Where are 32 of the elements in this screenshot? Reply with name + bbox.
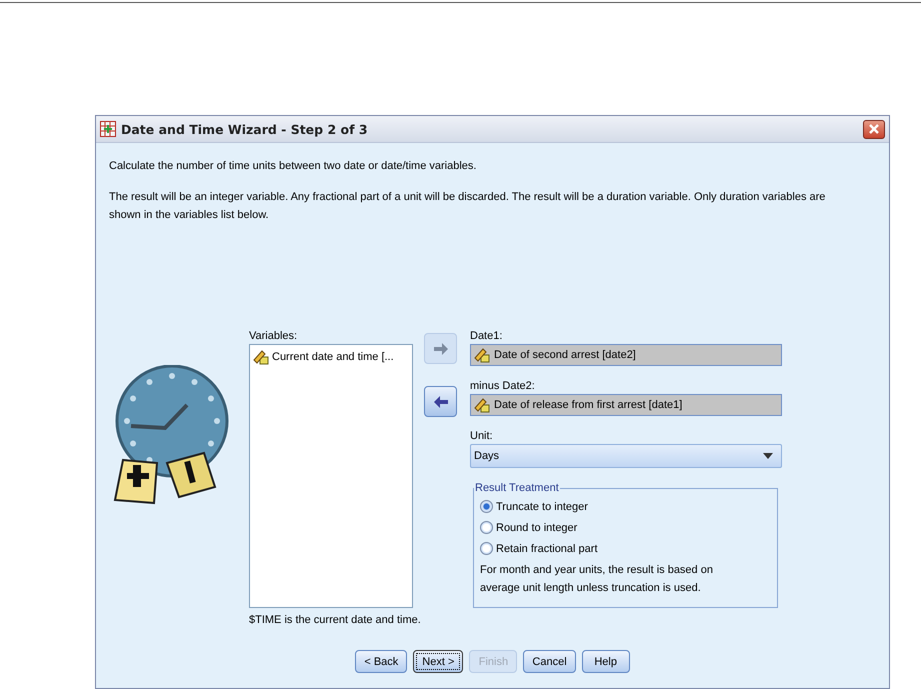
ruler-variable-icon [474,347,490,363]
unit-label: Unit: [470,429,494,443]
group-title: Result Treatment [474,482,560,494]
move-button[interactable] [424,386,457,417]
arrow-icon [434,396,448,408]
close-button[interactable] [863,120,885,138]
dialog-button[interactable]: Cancel [523,650,576,673]
window-title: Date and Time Wizard - Step 2 of 3 [121,122,369,136]
list-item[interactable]: Current date and time [... [272,351,394,363]
instruction-text: The result will be an integer variable. Any fractional part of a unit will be discarded. The result will be a duration variable. Only duration variables are shown in the variables list below. [109,190,826,223]
arrow-icon [434,342,448,354]
caret-icon [763,453,773,459]
dialog-button[interactable]: Next > [413,650,464,673]
dialog-button[interactable]: Help [582,650,630,673]
unit-note: For month and year units, the result is based on average unit length unless truncation is used. [480,563,714,596]
dialog-button[interactable]: < Back [355,650,408,673]
date2-label: minus Date2: [470,379,536,393]
radio-option[interactable]: Round to integer [480,517,771,538]
time-note: $TIME is the current date and time. [249,614,422,626]
radio-option[interactable]: Truncate to integer [480,496,771,517]
close-icon [868,123,880,135]
unit-dropdown[interactable]: Days [470,444,782,468]
ruler-variable-icon [253,349,269,365]
date1-label: Date1: [470,329,504,343]
instruction-text: Calculate the number of time units between two date or date/time variables. [109,159,478,174]
variables-label: Variables: [249,329,298,343]
ruler-variable-icon [474,397,490,413]
variables-list[interactable]: Current date and time [... [249,344,413,608]
radio-option[interactable]: Retain fractional part [480,538,771,559]
date1-field[interactable]: Date of second arrest [date2] [470,344,782,366]
grid-app-icon [100,121,116,137]
date2-field[interactable]: Date of release from first arrest [date1] [470,394,782,416]
